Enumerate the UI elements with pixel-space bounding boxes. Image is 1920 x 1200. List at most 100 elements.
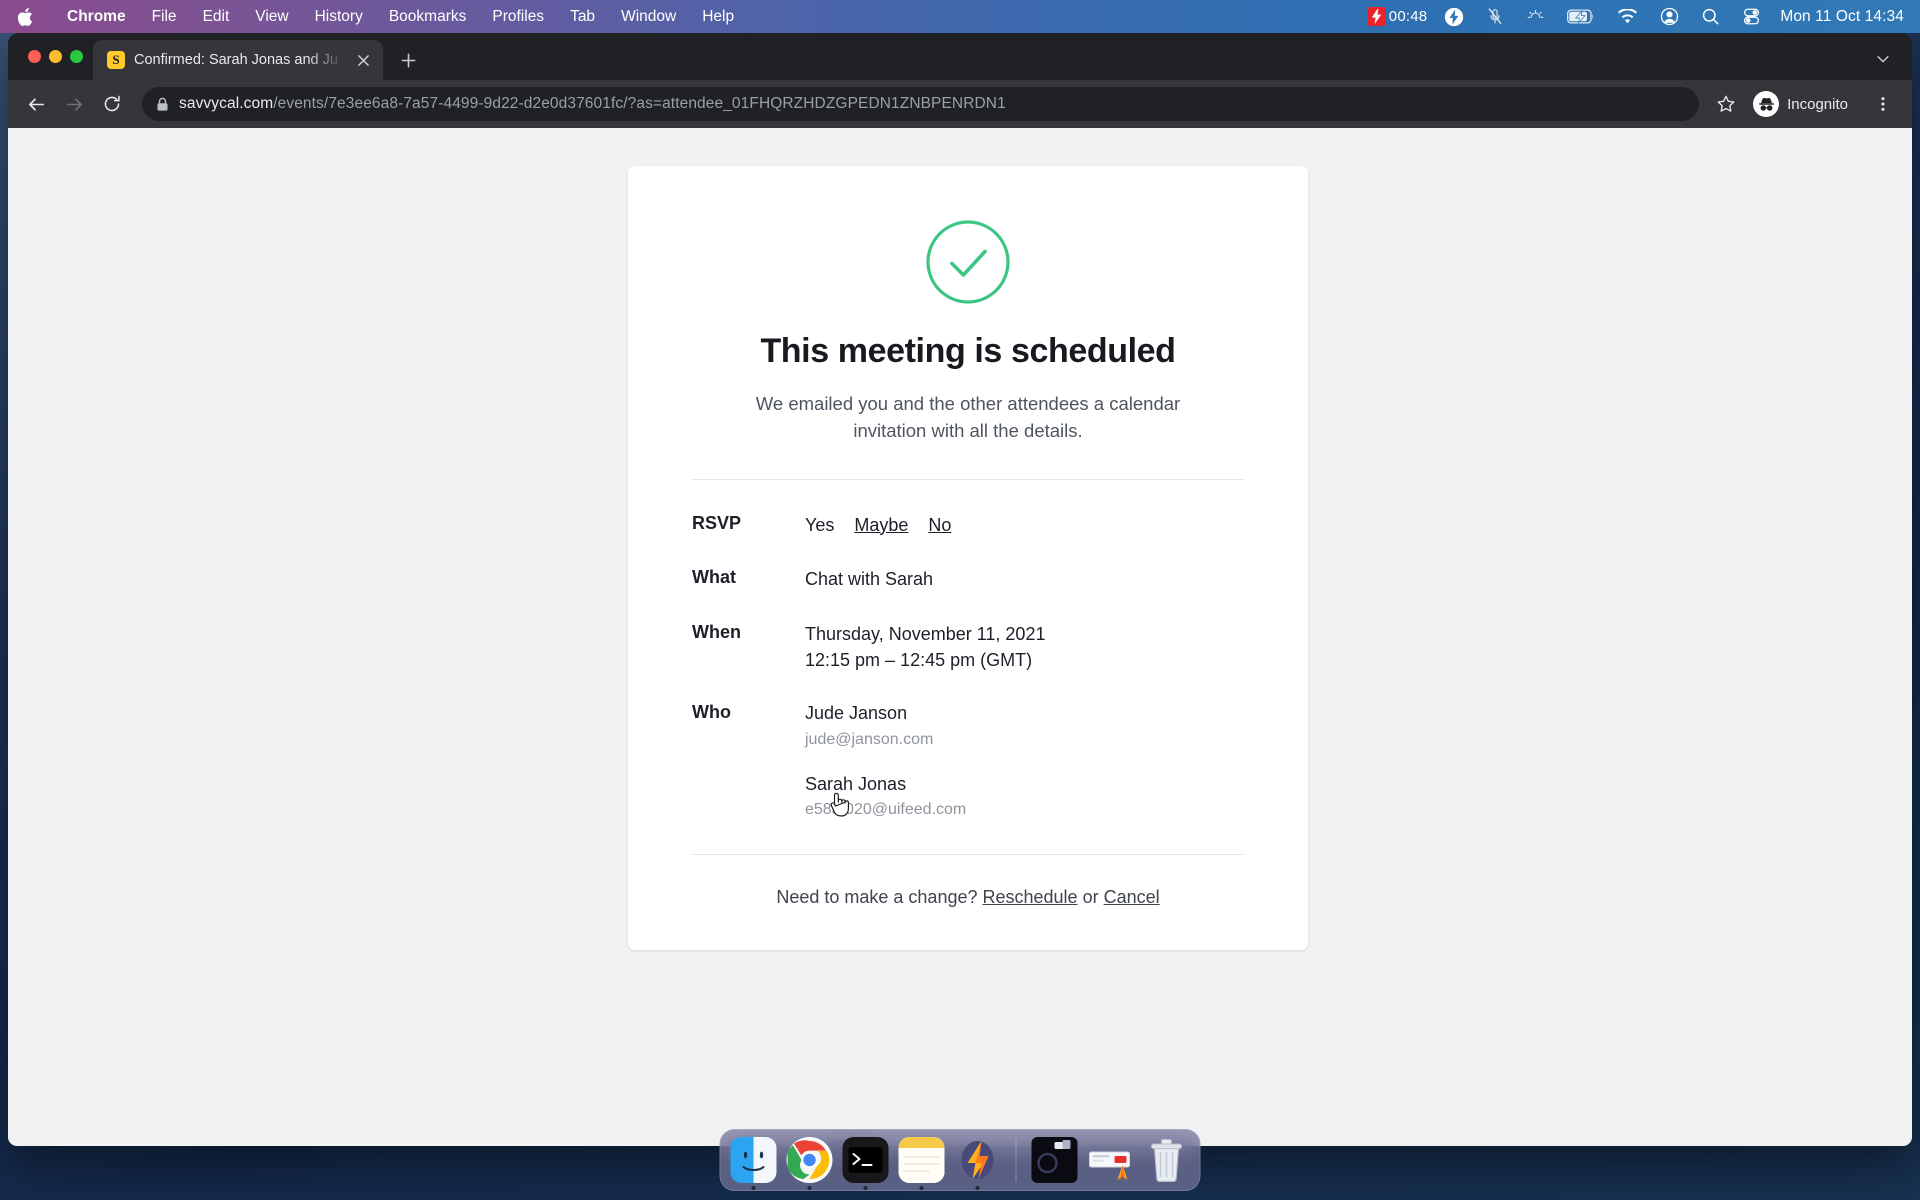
apple-menu[interactable] (14, 6, 54, 28)
dock-item-finder[interactable] (729, 1135, 779, 1190)
bolt-icon[interactable] (1433, 0, 1475, 33)
apple-logo-icon (17, 7, 33, 26)
when-label: When (692, 621, 741, 642)
who-label: Who (692, 702, 731, 723)
dock-separator (1015, 1138, 1017, 1182)
menu-bar-status-area: 00:48 Mon 11 Oct 14:34 (1356, 0, 1920, 33)
attendee-name: Sarah Jonas (805, 773, 907, 794)
terminal-icon (842, 1137, 889, 1183)
running-indicator (807, 1186, 812, 1190)
footer-actions: Need to make a change? Reschedule or Can… (692, 855, 1244, 908)
menu-item-history[interactable]: History (302, 0, 376, 33)
forward-arrow-icon[interactable] (56, 86, 92, 122)
url-path: /events/7e3ee6a8-7a57-4499-9d22-d2e0d376… (273, 95, 1006, 112)
maximize-window-button[interactable] (70, 50, 83, 63)
search-icon[interactable] (1690, 0, 1731, 33)
browser-tab[interactable]: S Confirmed: Sarah Jonas and Ju (93, 40, 383, 80)
page-subtitle: We emailed you and the other attendees a… (755, 393, 1181, 441)
when-time: 12:15 pm – 12:45 pm (GMT) (805, 649, 1033, 670)
running-indicator (751, 1186, 756, 1190)
lock-icon[interactable] (156, 97, 169, 112)
cancel-link[interactable]: Cancel (1104, 887, 1160, 907)
page-title: This meeting is scheduled (760, 332, 1176, 370)
page-viewport: This meeting is scheduled We emailed you… (8, 128, 1912, 1146)
recording-icon (1366, 7, 1386, 26)
dock-item-screen-recorder[interactable] (1030, 1135, 1080, 1185)
dock-item-notes[interactable] (897, 1135, 947, 1190)
attendee-name: Jude Janson (805, 703, 908, 724)
list-item: Jude Janson jude@janson.com (805, 701, 966, 751)
address-bar[interactable]: savvycal.com/events/7e3ee6a8-7a57-4499-9… (142, 87, 1700, 121)
user-circle-icon[interactable] (1649, 0, 1690, 33)
url-text[interactable]: savvycal.com/events/7e3ee6a8-7a57-4499-9… (179, 95, 1006, 113)
back-arrow-icon[interactable] (18, 86, 54, 122)
recording-timer: 00:48 (1388, 8, 1428, 25)
dock-item-flash-app[interactable] (953, 1135, 1003, 1190)
url-host: savvycal.com (179, 95, 274, 112)
menu-item-window[interactable]: Window (608, 0, 689, 33)
screen-recorder-icon (1031, 1137, 1078, 1183)
footer-prefix: Need to make a change? (776, 887, 978, 908)
battery-charging-icon[interactable] (1556, 0, 1606, 33)
menu-item-profiles[interactable]: Profiles (479, 0, 557, 33)
what-row: What Chat with Sarah (692, 552, 1244, 606)
dock-item-chrome[interactable] (785, 1135, 835, 1190)
menu-item-tab[interactable]: Tab (557, 0, 608, 33)
footer-conjunction: or (1082, 887, 1099, 908)
check-circle-icon (926, 220, 1010, 304)
macos-dock (719, 1129, 1201, 1191)
menu-item-file[interactable]: File (139, 0, 190, 33)
menu-bar-clock[interactable]: Mon 11 Oct 14:34 (1772, 8, 1904, 26)
tab-search-chevron-down-icon[interactable] (1866, 42, 1900, 76)
star-icon[interactable] (1709, 87, 1743, 121)
who-row: Who Jude Janson jude@janson.com Sarah Jo… (692, 687, 1244, 836)
what-label: What (692, 567, 736, 588)
reschedule-link[interactable]: Reschedule (983, 887, 1078, 907)
incognito-profile-button[interactable]: Incognito (1749, 88, 1862, 120)
chrome-icon (786, 1137, 833, 1183)
attendee-email: e58af020@uifeed.com (805, 801, 967, 819)
lightning-bolt-icon (955, 1137, 1001, 1183)
close-tab-button[interactable] (353, 50, 373, 70)
notes-icon (898, 1137, 945, 1183)
dock-item-trash[interactable] (1142, 1135, 1192, 1185)
running-indicator (975, 1186, 980, 1190)
reload-icon[interactable] (94, 86, 130, 122)
close-window-button[interactable] (28, 50, 41, 63)
menu-bar-left: Chrome File Edit View History Bookmarks … (0, 0, 747, 33)
finder-icon (730, 1137, 777, 1183)
running-indicator (919, 1186, 924, 1190)
macos-menu-bar: Chrome File Edit View History Bookmarks … (0, 0, 1920, 33)
rsvp-option-maybe[interactable]: Maybe (854, 512, 908, 538)
attendee-email: jude@janson.com (805, 730, 934, 748)
meeting-details: RSVP Yes Maybe No What Chat with Sarah W… (692, 480, 1244, 836)
menu-item-bookmarks[interactable]: Bookmarks (376, 0, 480, 33)
minimize-window-button[interactable] (49, 50, 62, 63)
rsvp-option-no[interactable]: No (928, 512, 951, 538)
dock-item-widget[interactable] (1086, 1135, 1136, 1185)
what-value: Chat with Sarah (805, 569, 934, 590)
control-center-icon[interactable] (1731, 0, 1772, 33)
window-controls (20, 33, 93, 80)
brightness-icon[interactable] (1515, 0, 1556, 33)
menu-item-edit[interactable]: Edit (190, 0, 243, 33)
status-icon-wrapper (692, 218, 1244, 306)
browser-toolbar: savvycal.com/events/7e3ee6a8-7a57-4499-9… (8, 80, 1912, 128)
menu-item-help[interactable]: Help (689, 0, 747, 33)
rsvp-row: RSVP Yes Maybe No (692, 498, 1244, 552)
confirmation-card: This meeting is scheduled We emailed you… (628, 166, 1308, 951)
rsvp-label: RSVP (692, 512, 742, 533)
menu-item-view[interactable]: View (242, 0, 301, 33)
running-indicator (863, 1186, 868, 1190)
rsvp-option-yes[interactable]: Yes (805, 512, 834, 538)
kebab-menu-icon[interactable] (1866, 87, 1900, 121)
when-value: Thursday, November 11, 2021 12:15 pm – 1… (805, 621, 1045, 674)
dock-item-terminal[interactable] (841, 1135, 891, 1190)
wifi-icon[interactable] (1606, 0, 1649, 33)
incognito-icon (1753, 91, 1780, 117)
new-tab-button[interactable] (391, 43, 425, 77)
screen-recording-indicator[interactable]: 00:48 (1356, 0, 1434, 33)
trash-icon (1144, 1137, 1190, 1183)
microphone-muted-icon[interactable] (1475, 0, 1515, 33)
menu-item-chrome[interactable]: Chrome (54, 0, 139, 33)
